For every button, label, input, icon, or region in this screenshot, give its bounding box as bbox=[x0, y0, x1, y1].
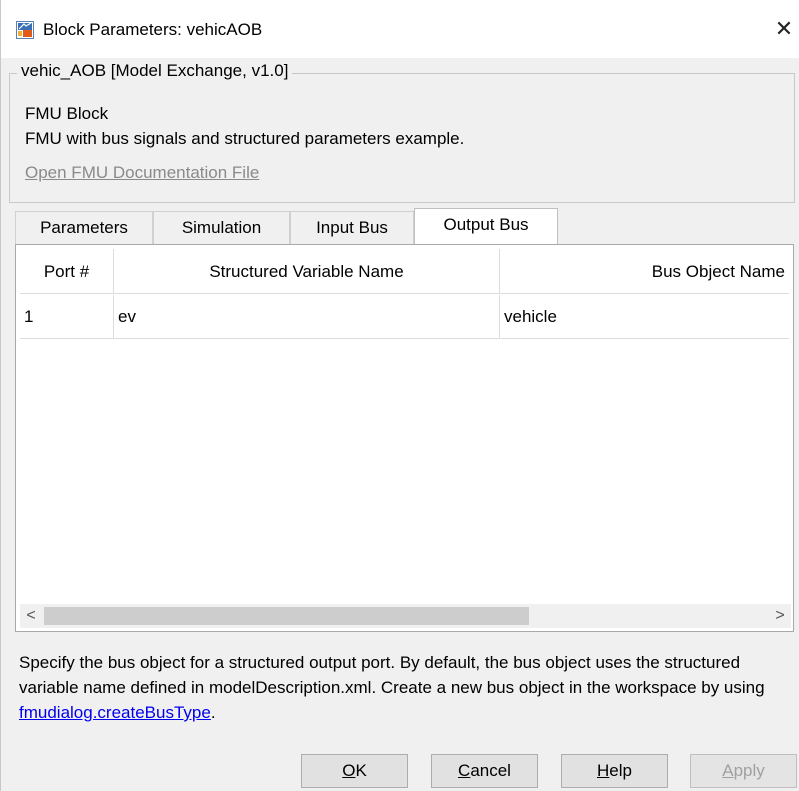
output-bus-table-panel: Port # Structured Variable Name Bus Obje… bbox=[15, 244, 794, 632]
tab-parameters[interactable]: Parameters bbox=[15, 211, 153, 244]
column-header-structured-variable-name[interactable]: Structured Variable Name bbox=[114, 249, 500, 294]
scroll-left-icon[interactable]: < bbox=[20, 604, 42, 628]
help-label: elp bbox=[609, 761, 632, 780]
group-legend: vehic_AOB [Model Exchange, v1.0] bbox=[17, 61, 293, 81]
horizontal-scrollbar[interactable]: < > bbox=[20, 604, 791, 628]
cell-port[interactable]: 1 bbox=[20, 295, 114, 339]
open-documentation-link[interactable]: Open FMU Documentation File bbox=[25, 163, 259, 183]
simulink-block-icon bbox=[16, 21, 34, 39]
tab-simulation[interactable]: Simulation bbox=[153, 211, 290, 244]
tab-output-bus[interactable]: Output Bus bbox=[414, 208, 558, 244]
scroll-thumb[interactable] bbox=[44, 607, 529, 625]
scroll-right-icon[interactable]: > bbox=[769, 604, 791, 628]
help-text-body: Specify the bus object for a structured … bbox=[19, 653, 765, 697]
help-button[interactable]: Help bbox=[561, 754, 668, 788]
ok-label: K bbox=[355, 761, 367, 780]
cell-structured-variable-name[interactable]: ev bbox=[114, 295, 500, 339]
ok-mnemonic: O bbox=[342, 761, 356, 780]
apply-button[interactable]: Apply bbox=[690, 754, 797, 788]
cancel-mnemonic: C bbox=[458, 761, 471, 780]
cell-bus-object-name[interactable]: vehicle bbox=[500, 295, 789, 339]
table-row[interactable]: 1 ev vehicle bbox=[20, 295, 789, 339]
window-title: Block Parameters: vehicAOB bbox=[43, 20, 263, 39]
help-mnemonic: H bbox=[597, 761, 610, 780]
apply-label: pply bbox=[733, 761, 765, 780]
cancel-label: ancel bbox=[470, 761, 511, 780]
block-parameters-dialog: Block Parameters: vehicAOB ✕ vehic_AOB [… bbox=[0, 0, 799, 791]
ok-button[interactable]: OK bbox=[301, 754, 408, 788]
block-description: FMU with bus signals and structured para… bbox=[25, 129, 465, 148]
help-text: Specify the bus object for a structured … bbox=[19, 650, 794, 725]
column-header-port[interactable]: Port # bbox=[20, 249, 114, 294]
column-header-bus-object-name[interactable]: Bus Object Name bbox=[500, 249, 789, 294]
apply-mnemonic: A bbox=[722, 761, 734, 780]
close-icon[interactable]: ✕ bbox=[772, 16, 796, 42]
cancel-button[interactable]: Cancel bbox=[431, 754, 538, 788]
block-type-label: FMU Block bbox=[25, 104, 109, 123]
title-bar: Block Parameters: vehicAOB ✕ bbox=[1, 0, 799, 58]
tab-input-bus[interactable]: Input Bus bbox=[290, 211, 414, 244]
create-bus-type-link[interactable]: fmudialog.createBusType bbox=[19, 703, 211, 722]
table-header: Port # Structured Variable Name Bus Obje… bbox=[20, 249, 789, 294]
help-text-end: . bbox=[210, 703, 216, 722]
